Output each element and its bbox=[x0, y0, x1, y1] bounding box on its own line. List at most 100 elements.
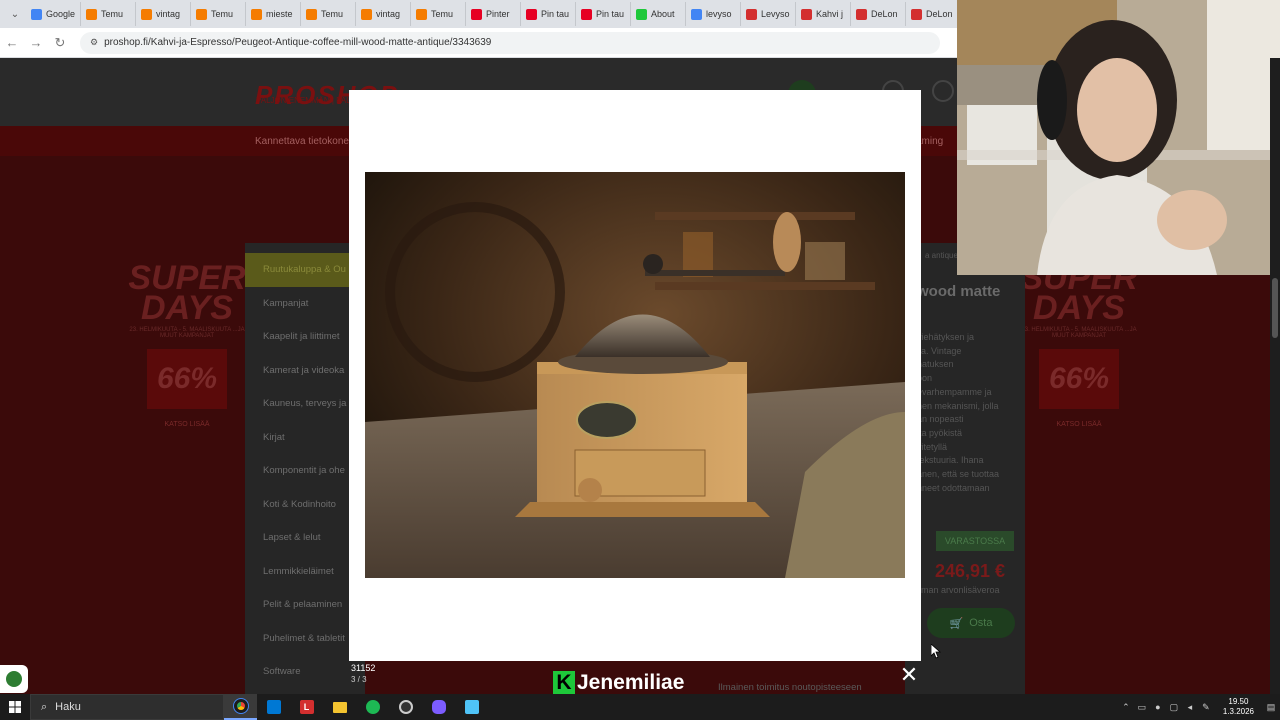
promo-banner-left[interactable]: SUPER DAYS 23. HELMIKUUTA - 5. MAALISKUU… bbox=[122, 259, 252, 428]
paint-icon[interactable] bbox=[455, 694, 488, 720]
vat-note: ilman arvonlisäveroa bbox=[917, 585, 1000, 595]
scrollbar-thumb[interactable] bbox=[1272, 278, 1278, 338]
tab-favicon-icon bbox=[251, 8, 262, 20]
category-item[interactable]: Puhelimet & tabletit bbox=[245, 622, 365, 656]
browser-tab[interactable]: Google bbox=[26, 2, 81, 26]
category-item[interactable]: Pelit & pelaaminen bbox=[245, 588, 365, 622]
site-info-icon[interactable]: ⚙ bbox=[90, 37, 98, 48]
tab-favicon-icon bbox=[416, 8, 427, 20]
browser-tab[interactable]: About bbox=[631, 2, 686, 26]
tab-label: Kahvi j bbox=[816, 9, 844, 19]
red-app-icon[interactable]: L bbox=[290, 694, 323, 720]
url-field[interactable]: ⚙ proshop.fi/Kahvi-ja-Espresso/Peugeot-A… bbox=[80, 31, 940, 54]
tab-favicon-icon bbox=[31, 8, 42, 20]
search-icon: ⌕ bbox=[41, 700, 48, 713]
browser-tab[interactable]: Pin tau bbox=[576, 2, 631, 26]
category-sidebar: Ruutukaluppa & Ou Kampanjat Kaapelit ja li… bbox=[245, 243, 365, 694]
browser-tab[interactable]: Temu bbox=[81, 2, 136, 26]
nav-link-laptop[interactable]: Kannettava tietokone bbox=[255, 136, 349, 147]
browser-tab[interactable]: Pinter bbox=[466, 2, 521, 26]
outlook-icon[interactable] bbox=[257, 694, 290, 720]
promo-cta[interactable]: KATSO LISÄÄ bbox=[142, 421, 232, 428]
browser-tab[interactable]: mieste bbox=[246, 2, 301, 26]
category-item[interactable]: Ruutukaluppa & Ou bbox=[245, 253, 365, 287]
browser-tab[interactable]: DeLon bbox=[851, 2, 906, 26]
promo-percent: 66% bbox=[1039, 349, 1119, 409]
account-icon[interactable] bbox=[932, 80, 954, 102]
close-icon[interactable]: ✕ bbox=[898, 662, 920, 687]
windows-start-icon[interactable] bbox=[0, 694, 30, 720]
tab-label: Pinter bbox=[486, 9, 510, 19]
webcam-overlay bbox=[957, 0, 1280, 275]
category-item[interactable]: Kamerat ja videoka bbox=[245, 354, 365, 388]
taskbar-clock[interactable]: 19.50 1.3.2026 bbox=[1217, 697, 1260, 717]
lightbox-image-id: 31152 bbox=[351, 663, 376, 673]
tab-favicon-icon bbox=[196, 8, 207, 20]
browser-tab[interactable]: Pin tau bbox=[521, 2, 576, 26]
forward-button[interactable]: → bbox=[24, 31, 48, 55]
category-item[interactable]: Kampanjat bbox=[245, 287, 365, 321]
file-explorer-icon[interactable] bbox=[323, 694, 356, 720]
back-button[interactable]: ← bbox=[0, 31, 24, 55]
page-scrollbar[interactable] bbox=[1270, 58, 1280, 694]
category-item[interactable]: Software bbox=[245, 655, 365, 689]
browser-tab[interactable]: Temu bbox=[301, 2, 356, 26]
url-text: proshop.fi/Kahvi-ja-Espresso/Peugeot-Ant… bbox=[104, 37, 492, 48]
tab-label: mieste bbox=[266, 9, 293, 19]
tab-label: About bbox=[651, 9, 675, 19]
browser-tab[interactable]: levyso bbox=[686, 2, 741, 26]
chrome-icon[interactable] bbox=[224, 694, 257, 720]
assistant-widget-icon[interactable] bbox=[0, 665, 28, 693]
chevron-up-icon[interactable]: ⌃ bbox=[1121, 702, 1131, 712]
tab-strip: Google Temu vintag Temu mieste Temu vintag Temu… bbox=[26, 2, 961, 26]
tab-label: vintag bbox=[376, 9, 401, 19]
tab-favicon-icon bbox=[801, 8, 812, 20]
promo-cta[interactable]: KATSO LISÄÄ bbox=[1034, 421, 1124, 428]
taskbar-search[interactable]: ⌕ Haku bbox=[30, 694, 224, 720]
product-image[interactable] bbox=[365, 172, 905, 578]
watermark-name: Jenemiliae bbox=[577, 671, 685, 694]
category-item[interactable]: Lapset & lelut bbox=[245, 521, 365, 555]
category-item[interactable]: Kirjat bbox=[245, 421, 365, 455]
product-breadcrumb[interactable]: a antique bbox=[925, 251, 958, 260]
tab-favicon-icon bbox=[526, 8, 537, 20]
tab-label: Temu bbox=[211, 9, 234, 19]
browser-tab[interactable]: Levyso bbox=[741, 2, 796, 26]
pen-icon[interactable]: ✎ bbox=[1201, 702, 1211, 712]
browser-tab[interactable]: vintag bbox=[136, 2, 191, 26]
tab-label: Levyso bbox=[761, 9, 790, 19]
windows-taskbar: ⌕ Haku L ⌃ ▭ ● ▢ ◂ ✎ 19.50 1.3.2026 ▤ bbox=[0, 694, 1280, 720]
browser-tab[interactable]: DeLon bbox=[906, 2, 961, 26]
coffee-mill-photo bbox=[365, 172, 905, 578]
discord-icon[interactable] bbox=[422, 694, 455, 720]
microphone-icon[interactable]: ● bbox=[1153, 702, 1163, 712]
network-icon[interactable]: ▭ bbox=[1137, 702, 1147, 712]
tab-search-dropdown[interactable]: ⌄ bbox=[4, 3, 26, 25]
browser-tab[interactable]: Temu bbox=[191, 2, 246, 26]
promo-banner-right[interactable]: SUPER DAYS 23. HELMIKUUTA - 5. MAALISKUU… bbox=[1014, 261, 1144, 428]
system-tray: ⌃ ▭ ● ▢ ◂ ✎ 19.50 1.3.2026 ▤ bbox=[1121, 697, 1280, 717]
tab-favicon-icon bbox=[911, 8, 922, 20]
tab-favicon-icon bbox=[636, 8, 647, 20]
category-item[interactable]: Kaapelit ja liittimet bbox=[245, 320, 365, 354]
tab-label: Temu bbox=[321, 9, 344, 19]
cart-icon: 🛒 bbox=[949, 617, 964, 630]
browser-tab[interactable]: Kahvi j bbox=[796, 2, 851, 26]
reload-button[interactable]: ↻ bbox=[48, 31, 72, 55]
display-icon[interactable]: ▢ bbox=[1169, 702, 1179, 712]
spotify-icon[interactable] bbox=[356, 694, 389, 720]
browser-tab[interactable]: Temu bbox=[411, 2, 466, 26]
notifications-icon[interactable]: ▤ bbox=[1266, 702, 1276, 712]
promo-title: SUPER DAYS bbox=[128, 259, 246, 327]
promo-subtitle: 23. HELMIKUUTA - 5. MAALISKUUTA ...JA MU… bbox=[129, 327, 245, 339]
obs-icon[interactable] bbox=[389, 694, 422, 720]
buy-button[interactable]: 🛒 Osta bbox=[927, 608, 1015, 638]
category-item[interactable]: Koti & Kodinhoito bbox=[245, 488, 365, 522]
browser-tab[interactable]: vintag bbox=[356, 2, 411, 26]
category-item[interactable]: Kauneus, terveys ja bbox=[245, 387, 365, 421]
category-item[interactable]: Lemmikkieläimet bbox=[245, 555, 365, 589]
category-item[interactable]: Komponentit ja ohe bbox=[245, 454, 365, 488]
tab-favicon-icon bbox=[361, 8, 372, 20]
volume-icon[interactable]: ◂ bbox=[1185, 702, 1195, 712]
tab-favicon-icon bbox=[306, 8, 317, 20]
